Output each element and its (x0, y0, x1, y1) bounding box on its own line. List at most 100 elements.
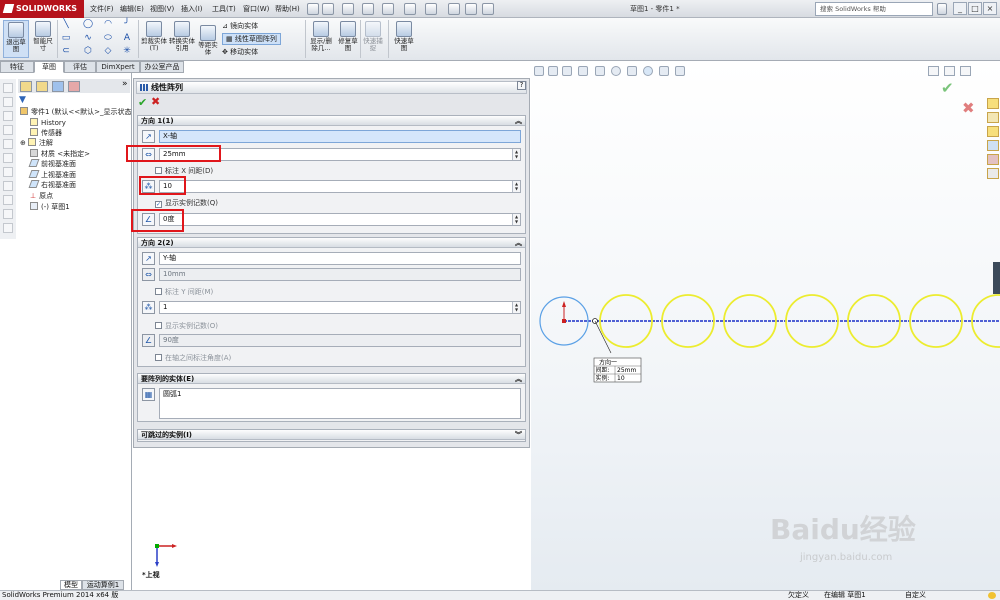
repair-sketch-button[interactable]: 修复草图 (337, 21, 359, 52)
tab-motion-study[interactable]: 运动算例1 (82, 580, 124, 590)
menu-file[interactable]: 文件(F) (90, 4, 114, 14)
fix-axis-angle-checkbox[interactable]: 在轴之间标注角度(A) (155, 353, 231, 363)
appearances-icon[interactable] (987, 154, 999, 165)
direction2-count-input[interactable]: 1 ▲ ▼ (159, 301, 521, 314)
help-icon[interactable]: ? (517, 81, 526, 90)
convert-entities-button[interactable]: 转换实体引用 (168, 21, 196, 52)
trim-entities-button[interactable]: 剪裁实体(T) (141, 21, 167, 52)
ok-button[interactable]: ✔ (138, 96, 147, 109)
tree-item-top-plane[interactable]: 上视基准面 (28, 170, 76, 180)
resources-icon[interactable] (987, 98, 999, 109)
rail-button-11[interactable] (3, 223, 13, 233)
menu-tools[interactable]: 工具(T) (212, 4, 236, 14)
status-icon[interactable] (988, 592, 996, 599)
tree-item-history[interactable]: History (30, 118, 66, 127)
feature-manager-tab-icon[interactable] (20, 81, 32, 92)
reverse-direction-icon[interactable]: ↗ (142, 130, 155, 143)
rectangle-icon[interactable]: ▭ (61, 34, 71, 43)
undo-icon[interactable] (404, 3, 416, 15)
direction2-axis-field[interactable]: Y-轴 (159, 252, 521, 265)
mirror-entities-button[interactable]: ⊿ 镜向实体 (222, 21, 258, 31)
tree-item-right-plane[interactable]: 右视基准面 (28, 180, 76, 190)
spin-button[interactable]: ▲ ▼ (512, 302, 520, 313)
direction1-header[interactable]: 方向 1(1) ︽ (138, 116, 525, 126)
circle-icon[interactable]: ◯ (83, 20, 93, 29)
entities-header[interactable]: 要阵列的实体(E) ︽ (138, 374, 525, 384)
rebuild-icon[interactable] (448, 3, 460, 15)
dim-y-spacing-checkbox[interactable]: 标注 Y 间距(M) (155, 287, 213, 297)
direction2-angle-input[interactable]: 90度 (159, 334, 521, 347)
slot-icon[interactable]: ⊂ (61, 47, 71, 56)
new-file-icon[interactable] (322, 3, 334, 15)
collapse-icon[interactable]: ︽ (515, 375, 522, 383)
quick-snaps-button[interactable]: 快速捕捉 (362, 21, 384, 52)
options-icon[interactable] (482, 3, 494, 15)
tree-item-sensors[interactable]: 传感器 (30, 128, 62, 138)
view-palette-icon[interactable] (987, 140, 999, 151)
maximize-button[interactable]: □ (968, 2, 982, 15)
menu-view[interactable]: 视图(V) (150, 4, 174, 14)
tab-dimxpert[interactable]: DimXpert (96, 61, 140, 73)
cancel-button[interactable]: ✖ (151, 95, 160, 108)
direction1-count-input[interactable]: 10 ▲ ▼ (159, 180, 521, 193)
skip-instances-header[interactable]: 可跳过的实例(I) ︾ (138, 430, 525, 440)
rail-button-9[interactable] (3, 195, 13, 205)
solidworks-logo[interactable]: SOLIDWORKS (0, 0, 84, 18)
direction1-angle-input[interactable]: 0度 ▲ ▼ (159, 213, 521, 226)
tree-item-origin[interactable]: ⊥ 原点 (30, 191, 53, 201)
rail-button-6[interactable] (3, 153, 13, 163)
offset-entities-button[interactable]: 等距实体 (197, 25, 219, 56)
rail-button-2[interactable] (3, 97, 13, 107)
status-custom[interactable]: 自定义 (905, 591, 926, 600)
display-instance-count-checkbox[interactable]: ✓ 显示实例记数(Q) (155, 198, 218, 208)
arc-icon[interactable]: ◠ (103, 20, 113, 29)
tab-sketch[interactable]: 草图 (34, 61, 64, 73)
spin-button[interactable]: ▲ ▼ (512, 181, 520, 192)
file-explorer-icon[interactable] (987, 126, 999, 137)
design-library-icon[interactable] (987, 112, 999, 123)
ellipse-icon[interactable]: ⬭ (103, 34, 113, 43)
line-icon[interactable]: ╲ (61, 20, 71, 29)
rail-button-10[interactable] (3, 209, 13, 219)
configuration-manager-tab-icon[interactable] (52, 81, 64, 92)
tree-item-sketch1[interactable]: (-) 草图1 (30, 202, 70, 212)
rail-button-3[interactable] (3, 111, 13, 121)
tab-features[interactable]: 特征 (0, 61, 34, 73)
callout-count-value[interactable]: 10 (617, 375, 625, 382)
direction1-axis-field[interactable]: X-轴 (159, 130, 521, 143)
tree-item-front-plane[interactable]: 前视基准面 (28, 159, 76, 169)
expand-pane-handle[interactable] (993, 262, 1000, 294)
more-tabs-icon[interactable]: » (122, 79, 128, 89)
fillet-icon[interactable]: ╯ (122, 20, 132, 29)
tab-office-products[interactable]: 办公室产品 (140, 61, 184, 73)
menu-window[interactable]: 窗口(W) (243, 4, 269, 14)
rail-button-1[interactable] (3, 83, 13, 93)
tab-evaluate[interactable]: 评估 (64, 61, 96, 73)
search-input[interactable]: 搜索 SolidWorks 帮助 (815, 2, 933, 16)
collapse-icon[interactable]: ︽ (515, 239, 522, 247)
display-manager-tab-icon[interactable] (68, 81, 80, 92)
spline-icon[interactable]: ∿ (83, 34, 93, 43)
collapse-icon[interactable]: ︽ (515, 117, 522, 125)
reverse-direction-icon[interactable]: ↗ (142, 252, 155, 265)
display-delete-relations-button[interactable]: 显示/删除几... (307, 21, 335, 52)
rail-button-8[interactable] (3, 181, 13, 191)
plane-icon[interactable]: ◇ (103, 47, 113, 56)
entities-list[interactable]: 圆弧1 (159, 388, 521, 419)
direction2-header[interactable]: 方向 2(2) ︽ (138, 238, 525, 248)
tree-item-material[interactable]: 材质 <未指定> (30, 149, 90, 159)
select-icon[interactable] (425, 3, 437, 15)
exit-sketch-button[interactable]: 退出草图 (3, 20, 29, 58)
expand-icon[interactable]: ︾ (515, 431, 522, 439)
spin-button[interactable]: ▲ ▼ (512, 149, 520, 160)
rail-button-5[interactable] (3, 139, 13, 149)
rail-button-4[interactable] (3, 125, 13, 135)
text-icon[interactable]: A (122, 34, 132, 43)
polygon-icon[interactable]: ⬡ (83, 47, 93, 56)
close-button[interactable]: × (983, 2, 997, 15)
custom-properties-icon[interactable] (987, 168, 999, 179)
rail-button-7[interactable] (3, 167, 13, 177)
rapid-sketch-button[interactable]: 快速草图 (392, 21, 416, 52)
direction2-spacing-input[interactable]: 10mm (159, 268, 521, 281)
point-icon[interactable]: ✳ (122, 47, 132, 56)
